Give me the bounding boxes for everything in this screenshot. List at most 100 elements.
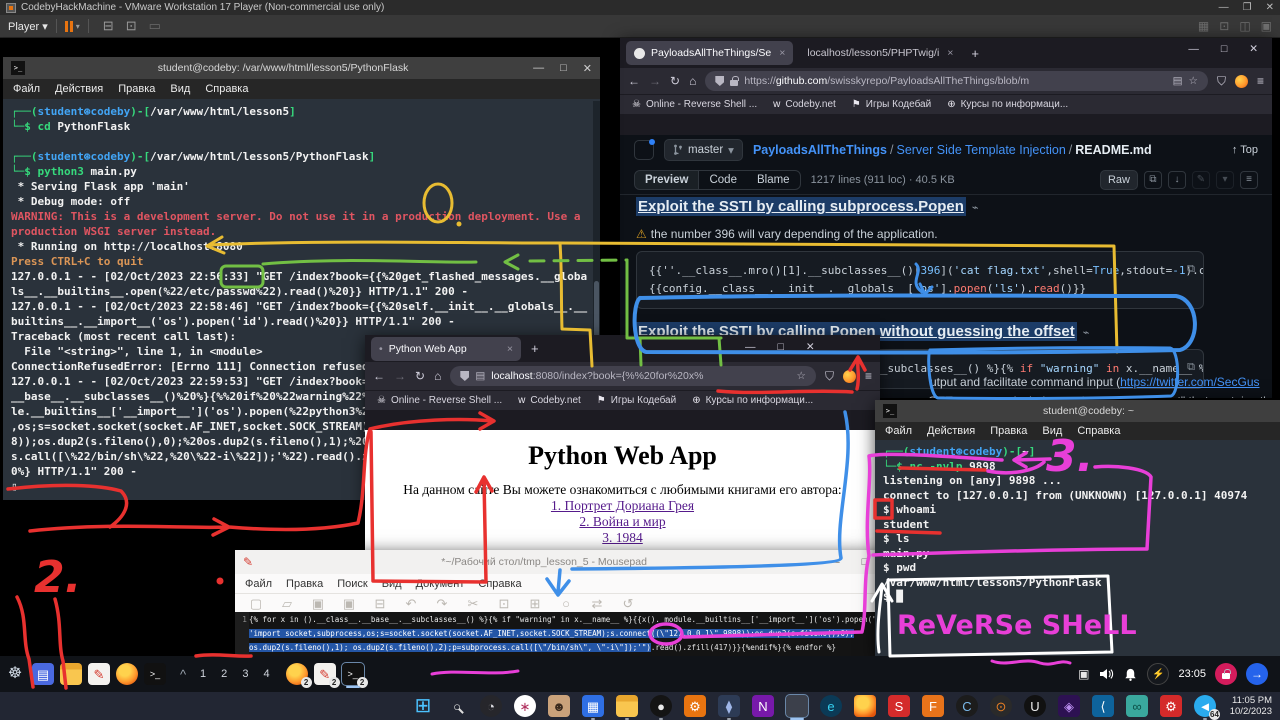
terminal-icon[interactable]: >_ (144, 663, 166, 685)
back-to-top-link[interactable]: ↑ Top (1232, 144, 1258, 156)
copy-raw-icon[interactable]: ⧉ (1144, 171, 1162, 189)
tab-phptwig[interactable]: localhost/lesson5/PHPTwig/i× (799, 41, 961, 65)
raw-button[interactable]: Raw (1100, 170, 1138, 190)
vmware-close-button[interactable]: ✕ (1266, 2, 1274, 13)
tab-close-icon[interactable]: × (779, 47, 785, 59)
firefox-window-icon[interactable]: 2 (286, 663, 308, 685)
menu-icon[interactable]: ≡ (1257, 74, 1264, 88)
replace-icon[interactable]: ⇄ (586, 592, 608, 614)
firefox-icon[interactable] (116, 663, 138, 685)
kali-clock[interactable]: 23:05 (1178, 668, 1206, 680)
url-bar[interactable]: ▤ localhost:8080/index?book={%%20for%20x… (450, 366, 816, 386)
download-icon[interactable]: ↓ (1168, 171, 1186, 189)
book-link-2[interactable]: 2. Война и мир (579, 514, 665, 529)
firefox1-tabstrip[interactable]: PayloadsAllTheThings/Se× localhost/lesso… (620, 38, 1272, 68)
open-file-icon[interactable]: ▱ (276, 592, 298, 614)
menu-item-Вид[interactable]: Вид (382, 578, 402, 590)
pause-dropdown-icon[interactable]: ▾ (76, 22, 80, 31)
mousepad-window-icon[interactable]: ✎2 (314, 663, 336, 685)
firefox-app[interactable] (854, 695, 876, 717)
firefox-account-icon[interactable] (843, 370, 856, 383)
forward-button[interactable]: → (394, 369, 406, 383)
player-menu[interactable]: Player ▾ (8, 20, 48, 33)
window-maximize-button[interactable]: □ (560, 62, 567, 75)
book-link-1[interactable]: 1. Портрет Дориана Грея (551, 498, 694, 513)
new-tab-button[interactable]: + (971, 46, 979, 61)
window-close-button[interactable]: ✕ (806, 341, 815, 353)
protections-icon[interactable]: ⛉ (825, 369, 834, 384)
anchor-link-icon[interactable]: ⌁ (1083, 327, 1090, 339)
f-app[interactable]: F (922, 695, 944, 717)
window-minimize-button[interactable]: — (533, 62, 544, 75)
menu-item-Справка[interactable]: Справка (205, 83, 248, 95)
goto-icon[interactable]: ↺ (617, 592, 639, 614)
volume-icon[interactable] (1098, 666, 1114, 682)
home-button[interactable]: ⌂ (434, 369, 441, 383)
file-manager-icon[interactable]: ▤ (32, 663, 54, 685)
branch-selector[interactable]: master▾ (664, 139, 743, 161)
menu-item-Действия[interactable]: Действия (927, 425, 975, 437)
onenote-app[interactable]: N (752, 695, 774, 717)
slack-app[interactable]: ∗ (514, 695, 536, 717)
edge-app[interactable]: e (820, 695, 842, 717)
firefox-account-icon[interactable] (1235, 75, 1248, 88)
anchor-link-icon[interactable]: ⌁ (972, 202, 979, 214)
firefox2-tabstrip[interactable]: • Python Web App× + — □ ✕ (365, 335, 880, 362)
window-close-button[interactable]: ✕ (1249, 43, 1258, 55)
window-minimize-button[interactable]: — (1188, 43, 1199, 55)
file-explorer[interactable] (616, 695, 638, 717)
terminal-window-icon[interactable]: >_2 (342, 663, 364, 685)
blender-app[interactable]: ⊙ (990, 695, 1012, 717)
mousepad-titlebar[interactable]: ✎ *~/Рабочий стол/tmp_lesson_5 - Mousepa… (235, 550, 890, 574)
chrome-app[interactable] (786, 695, 808, 717)
tab-payloadsallthethings[interactable]: PayloadsAllTheThings/Se× (626, 41, 793, 65)
reader-icon[interactable]: ▤ (1173, 75, 1183, 87)
vmware-minimize-button[interactable]: — (1219, 2, 1229, 13)
shapes-app[interactable]: ⧫ (718, 695, 740, 717)
bookmark-item[interactable]: wCodeby.net (773, 99, 836, 110)
window-minimize-button[interactable]: — (829, 556, 840, 568)
search-icon[interactable]: ○ (555, 592, 577, 614)
print-icon[interactable]: ⊟ (369, 592, 391, 614)
tab-close-icon[interactable]: × (947, 47, 953, 59)
back-button[interactable]: ← (628, 74, 640, 88)
menu-item-Справка[interactable]: Справка (1077, 425, 1120, 437)
tab-blame[interactable]: Blame (747, 171, 800, 189)
tab-close-icon[interactable]: × (507, 343, 513, 355)
menu-item-Правка[interactable]: Правка (990, 425, 1027, 437)
redo-icon[interactable]: ↷ (431, 592, 453, 614)
vmware-app[interactable]: ⚙ (684, 695, 706, 717)
paste-icon[interactable]: ⊞ (524, 592, 546, 614)
red-gear-app[interactable]: ⚙ (1160, 695, 1182, 717)
window-maximize-button[interactable]: □ (862, 556, 868, 568)
reload-button[interactable]: ↻ (670, 74, 680, 88)
menu-item-Документ[interactable]: Документ (416, 578, 465, 590)
calendar-app[interactable]: ▦ (582, 695, 604, 717)
book-link-3[interactable]: 3. 1984 (602, 530, 643, 545)
menu-item-Вид[interactable]: Вид (1042, 425, 1062, 437)
copy-icon[interactable]: ⊡ (493, 592, 515, 614)
breadcrumb-dir-link[interactable]: Server Side Template Injection (896, 143, 1065, 157)
c4d-app[interactable]: C (956, 695, 978, 717)
protections-icon[interactable]: ⛉ (1217, 74, 1226, 89)
lock-screen-button[interactable] (1215, 663, 1237, 685)
payload-text[interactable]: {% for x in ().__class__.__base__.__subc… (249, 612, 890, 656)
terminal1-titlebar[interactable]: >_ student@codeby: /var/www/html/lesson5… (3, 57, 600, 79)
new-tab-button[interactable]: + (531, 341, 539, 356)
clipboard-icon[interactable]: ▣ (1078, 667, 1089, 681)
secgus-link[interactable]: https://twitter.com/SecGus (1120, 375, 1259, 389)
unreal-app[interactable]: U (1024, 695, 1046, 717)
bookmark-star-icon[interactable]: ☆ (797, 370, 806, 382)
reload-button[interactable]: ↻ (415, 369, 425, 383)
vmware-maximize-button[interactable]: ❐ (1243, 2, 1252, 13)
shield-icon[interactable] (715, 76, 724, 86)
save-icon[interactable]: ▣ (307, 592, 329, 614)
url-bar[interactable]: https://github.com/swisskyrepo/PayloadsA… (705, 71, 1208, 91)
visual-studio-app[interactable]: ◈ (1058, 695, 1080, 717)
forward-button[interactable]: → (649, 74, 661, 88)
tab-preview[interactable]: Preview (635, 171, 699, 189)
workspace-switcher[interactable]: 1 2 3 4 (200, 668, 276, 680)
menu-item-Файл[interactable]: Файл (885, 425, 912, 437)
menu-item-Поиск[interactable]: Поиск (337, 578, 367, 590)
s-app[interactable]: S (888, 695, 910, 717)
